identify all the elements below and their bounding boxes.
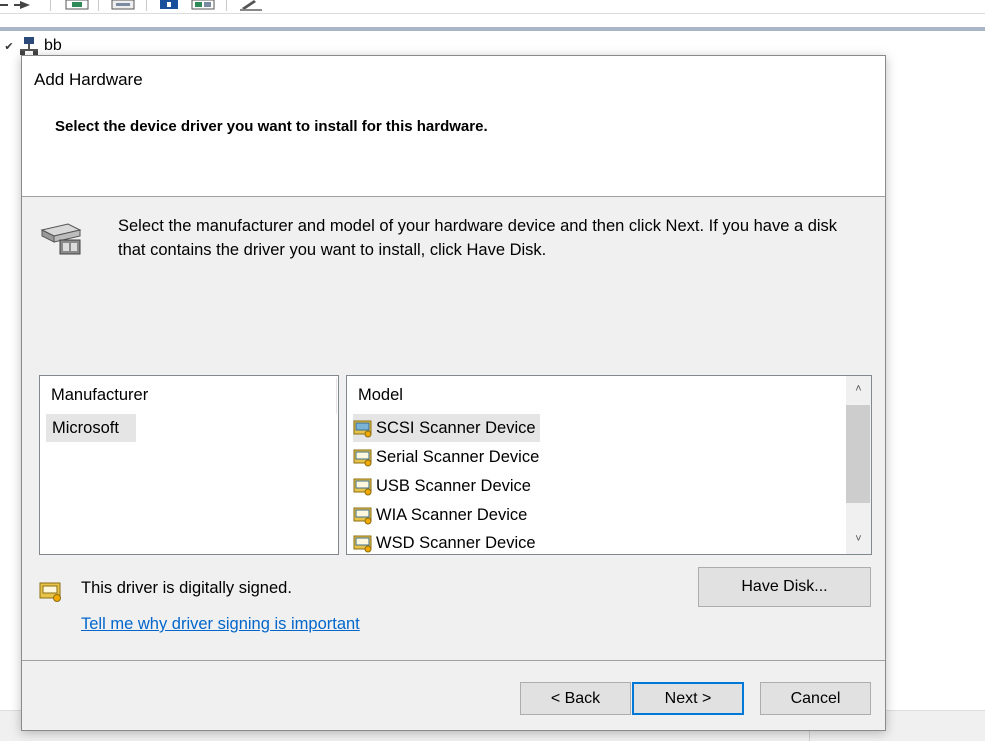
properties-icon[interactable] xyxy=(64,0,90,11)
cancel-button[interactable]: Cancel xyxy=(760,682,871,715)
tree-root-label: bb xyxy=(44,37,62,54)
dialog-footer: < Back Next > Cancel xyxy=(22,660,885,730)
scrollbar-thumb[interactable] xyxy=(846,405,870,503)
chevron-up-icon[interactable]: ˄ xyxy=(846,378,871,400)
toolbar-border xyxy=(0,27,985,31)
model-item[interactable]: USB Scanner Device xyxy=(353,472,535,500)
scanner-device-icon xyxy=(353,535,372,553)
chevron-down-icon[interactable]: ˅ xyxy=(846,528,871,550)
add-hardware-dialog: Add Hardware Select the device driver yo… xyxy=(21,55,886,731)
model-item[interactable]: Serial Scanner Device xyxy=(353,443,543,471)
scanner-device-icon xyxy=(353,420,372,438)
model-item-label: WIA Scanner Device xyxy=(376,505,528,524)
toolbar-separator xyxy=(226,0,227,11)
dialog-subtitle: Select the device driver you want to ins… xyxy=(55,118,488,135)
manufacturer-list[interactable]: Manufacturer Microsoft xyxy=(39,375,339,555)
signed-status-text: This driver is digitally signed. xyxy=(81,579,292,597)
model-item[interactable]: WSD Scanner Device xyxy=(353,529,540,557)
driver-signing-link[interactable]: Tell me why driver signing is important xyxy=(81,615,360,634)
chevron-down-icon[interactable]: ✔ xyxy=(0,40,18,53)
tree-root-node[interactable]: ✔ bb xyxy=(0,36,62,56)
model-item[interactable]: SCSI Scanner Device xyxy=(353,414,540,442)
scanner-device-icon xyxy=(353,507,372,525)
column-divider xyxy=(336,378,337,414)
signed-driver-icon xyxy=(39,582,61,602)
scanner-device-icon xyxy=(353,449,372,467)
model-list[interactable]: Model SCSI Scanner Device Serial Scanner… xyxy=(346,375,872,555)
model-item-label: SCSI Scanner Device xyxy=(376,418,536,437)
model-list-scrollbar[interactable]: ˄ ˅ xyxy=(846,376,871,554)
hardware-wizard-icon xyxy=(40,223,82,255)
have-disk-button[interactable]: Have Disk... xyxy=(698,567,871,607)
back-button[interactable]: < Back xyxy=(520,682,631,715)
model-item-label: Serial Scanner Device xyxy=(376,447,540,466)
dialog-title: Add Hardware xyxy=(34,70,143,89)
help-icon[interactable] xyxy=(158,0,180,11)
scanner-device-icon xyxy=(353,478,372,496)
model-item[interactable]: WIA Scanner Device xyxy=(353,501,531,529)
manufacturer-header: Manufacturer xyxy=(51,386,149,404)
device-manager-toolbar xyxy=(0,0,985,14)
scan-hardware-icon[interactable] xyxy=(190,0,216,11)
next-button[interactable]: Next > xyxy=(632,682,744,715)
toolbar-separator xyxy=(98,0,99,11)
update-driver-icon[interactable] xyxy=(110,0,136,11)
back-forward-icon[interactable] xyxy=(0,0,44,11)
computer-network-icon xyxy=(20,37,38,55)
uninstall-device-icon[interactable] xyxy=(238,0,266,11)
intro-instructions: Select the manufacturer and model of you… xyxy=(118,217,838,259)
model-item-label: USB Scanner Device xyxy=(376,476,531,495)
toolbar-separator xyxy=(50,0,51,11)
model-item-label: WSD Scanner Device xyxy=(376,533,536,552)
toolbar-separator xyxy=(146,0,147,11)
manufacturer-item[interactable]: Microsoft xyxy=(46,414,136,442)
dialog-header: Add Hardware Select the device driver yo… xyxy=(22,56,885,197)
model-header: Model xyxy=(358,386,403,404)
